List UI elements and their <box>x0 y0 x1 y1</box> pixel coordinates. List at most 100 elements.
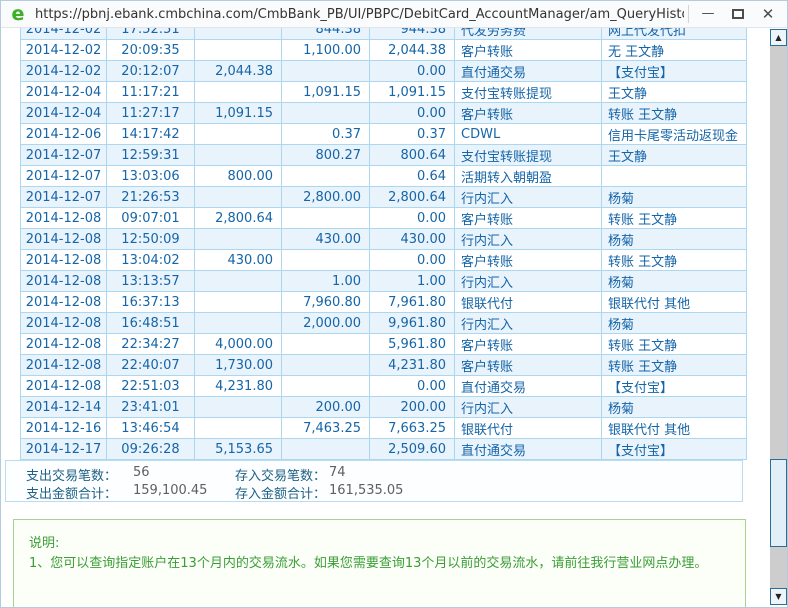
transaction-row[interactable]: 2014-12-02 20:12:07 2,044.38 0.00 直付通交易 【支付宝】 <box>20 60 747 82</box>
cell-balance: 1.00 <box>369 270 455 292</box>
cell-amount-in <box>281 249 370 271</box>
transaction-row[interactable]: 2014-12-08 09:07:01 2,800.64 0.00 客户转账 转账 王文静 <box>20 207 747 229</box>
cell-type: 客户转账 <box>454 249 602 271</box>
minimize-button[interactable]: — <box>693 1 723 27</box>
cell-amount-out <box>194 39 282 61</box>
transaction-row[interactable]: 2014-12-08 16:48:51 2,000.00 9,961.80 行内汇入 杨菊 <box>20 312 747 334</box>
cell-amount-in <box>281 207 370 229</box>
page-content: 2014-12-02 17:52:51 844.38 944.38 代发劳务费 网上代发代… <box>1 28 787 607</box>
cell-date: 2014-12-08 <box>20 291 107 313</box>
cell-date: 2014-12-02 <box>20 60 107 82</box>
cell-date: 2014-12-07 <box>20 144 107 166</box>
summary-panel: 支出交易笔数： 56 存入交易笔数： 74 支出金额合计： 159,100.45… <box>5 460 743 502</box>
out-total-value: 159,100.45 <box>133 483 208 498</box>
cell-date: 2014-12-16 <box>20 417 107 439</box>
cell-amount-in <box>281 375 370 397</box>
cell-type: CDWL <box>454 123 602 145</box>
cell-date: 2014-12-02 <box>20 28 107 40</box>
note-panel: 说明: 1、您可以查询指定账户在13个月内的交易流水。如果您需要查询13个月以前… <box>13 519 746 607</box>
cell-amount-out: 4,231.80 <box>194 375 282 397</box>
cell-amount-in: 430.00 <box>281 228 370 250</box>
cell-time: 13:04:02 <box>106 249 195 271</box>
cell-amount-out <box>194 291 282 313</box>
transaction-row[interactable]: 2014-12-08 12:50:09 430.00 430.00 行内汇入 杨菊 <box>20 228 747 250</box>
cell-time: 22:51:03 <box>106 375 195 397</box>
transaction-row[interactable]: 2014-12-02 20:09:35 1,100.00 2,044.38 客户转账无 … <box>20 39 747 61</box>
out-total-label: 支出金额合计： <box>26 487 118 502</box>
cell-balance: 430.00 <box>369 228 455 250</box>
cell-amount-in <box>281 354 370 376</box>
cell-amount-in: 800.27 <box>281 144 370 166</box>
cell-type: 客户转账 <box>454 102 602 124</box>
transaction-row[interactable]: 2014-12-14 23:41:01 200.00 200.00 行内汇入 杨菊 <box>20 396 747 418</box>
cell-amount-out <box>194 144 282 166</box>
cell-date: 2014-12-14 <box>20 396 107 418</box>
scroll-up-button[interactable]: ▲ <box>770 29 787 46</box>
scroll-down-icon: ▼ <box>775 591 782 601</box>
cell-date: 2014-12-08 <box>20 207 107 229</box>
cell-date: 2014-12-08 <box>20 228 107 250</box>
cell-balance: 0.00 <box>369 207 455 229</box>
scroll-down-button[interactable]: ▼ <box>770 588 787 605</box>
cell-date: 2014-12-17 <box>20 438 107 460</box>
cell-amount-out: 1,091.15 <box>194 102 282 124</box>
maximize-button[interactable] <box>723 1 753 27</box>
cell-balance: 944.38 <box>369 28 455 40</box>
cell-amount-in: 7,463.25 <box>281 417 370 439</box>
in-total-value: 161,535.05 <box>329 483 404 498</box>
cell-type: 行内汇入 <box>454 186 602 208</box>
close-button[interactable]: ✕ <box>753 1 783 27</box>
cell-counterparty: 信用卡尾零活动返现金 <box>601 123 747 145</box>
cell-amount-out: 430.00 <box>194 249 282 271</box>
transaction-table: 2014-12-02 17:52:51 844.38 944.38 代发劳务费 网上代发代… <box>20 28 747 460</box>
cell-counterparty: 转账 王文静 <box>601 207 747 229</box>
transaction-row[interactable]: 2014-12-04 11:17:21 1,091.15 1,091.15 支付宝转账提… <box>20 81 747 103</box>
cell-date: 2014-12-08 <box>20 354 107 376</box>
cell-type: 行内汇入 <box>454 228 602 250</box>
transaction-row[interactable]: 2014-12-08 13:13:57 1.00 1.00 行内汇入 杨菊 <box>20 270 747 292</box>
cell-counterparty: 杨菊 <box>601 270 747 292</box>
vertical-scrollbar[interactable]: ▲ ▼ <box>770 29 787 605</box>
cell-time: 17:52:51 <box>106 28 195 40</box>
cell-counterparty: 【支付宝】 <box>601 60 747 82</box>
cell-amount-in <box>281 102 370 124</box>
cell-date: 2014-12-08 <box>20 312 107 334</box>
cell-amount-out <box>194 186 282 208</box>
transaction-row[interactable]: 2014-12-17 09:26:28 5,153.65 2,509.60 直付通交易【… <box>20 438 747 460</box>
cell-date: 2014-12-07 <box>20 165 107 187</box>
transaction-row[interactable]: 2014-12-08 22:34:27 4,000.00 5,961.80 客户转账 转账… <box>20 333 747 355</box>
out-count-label: 支出交易笔数： <box>26 469 118 484</box>
transaction-row[interactable]: 2014-12-08 22:40:07 1,730.00 4,231.80 客户转账 转账… <box>20 354 747 376</box>
cell-time: 22:40:07 <box>106 354 195 376</box>
cell-amount-out <box>194 270 282 292</box>
browser-window: e https://pbnj.ebank.cmbchina.com/CmbBan… <box>0 0 788 608</box>
transaction-row[interactable]: 2014-12-07 12:59:31 800.27 800.64 支付宝转账提现 王文静 <box>20 144 747 166</box>
cell-date: 2014-12-08 <box>20 375 107 397</box>
transaction-row[interactable]: 2014-12-08 16:37:13 7,960.80 7,961.80 银联代付 银联… <box>20 291 747 313</box>
cell-date: 2014-12-08 <box>20 270 107 292</box>
transaction-row[interactable]: 2014-12-07 21:26:53 2,800.00 2,800.64 行内汇入 杨菊 <box>20 186 747 208</box>
cell-type: 支付宝转账提现 <box>454 81 602 103</box>
cell-type: 行内汇入 <box>454 312 602 334</box>
cell-amount-out <box>194 417 282 439</box>
transaction-row[interactable]: 2014-12-08 13:04:02 430.00 0.00 客户转账 转账 王文静 <box>20 249 747 271</box>
cell-type: 直付通交易 <box>454 60 602 82</box>
scrollbar-thumb[interactable] <box>770 459 787 547</box>
cell-time: 13:03:06 <box>106 165 195 187</box>
transaction-row[interactable]: 2014-12-16 13:46:54 7,463.25 7,663.25 银联代付 银联… <box>20 417 747 439</box>
transaction-row[interactable]: 2014-12-02 17:52:51 844.38 944.38 代发劳务费 网上代发代… <box>20 28 747 40</box>
cell-type: 直付通交易 <box>454 438 602 460</box>
transaction-row[interactable]: 2014-12-08 22:51:03 4,231.80 0.00 直付通交易 【支付宝】 <box>20 375 747 397</box>
cell-counterparty: 杨菊 <box>601 228 747 250</box>
cell-type: 活期转入朝朝盈 <box>454 165 602 187</box>
address-url[interactable]: https://pbnj.ebank.cmbchina.com/CmbBank_… <box>35 7 684 22</box>
cell-type: 支付宝转账提现 <box>454 144 602 166</box>
cell-time: 11:17:21 <box>106 81 195 103</box>
transaction-row[interactable]: 2014-12-07 13:03:06 800.00 0.64 活期转入朝朝盈 <box>20 165 747 187</box>
browser-logo-icon: e <box>11 3 25 25</box>
transaction-row[interactable]: 2014-12-04 11:27:17 1,091.15 0.00 客户转账 转账 王文静 <box>20 102 747 124</box>
cell-amount-out: 2,044.38 <box>194 60 282 82</box>
cell-amount-in: 2,000.00 <box>281 312 370 334</box>
transaction-row[interactable]: 2014-12-06 14:17:42 0.37 0.37 CDWL 信用卡尾零活动返现金 <box>20 123 747 145</box>
cell-balance: 0.00 <box>369 249 455 271</box>
